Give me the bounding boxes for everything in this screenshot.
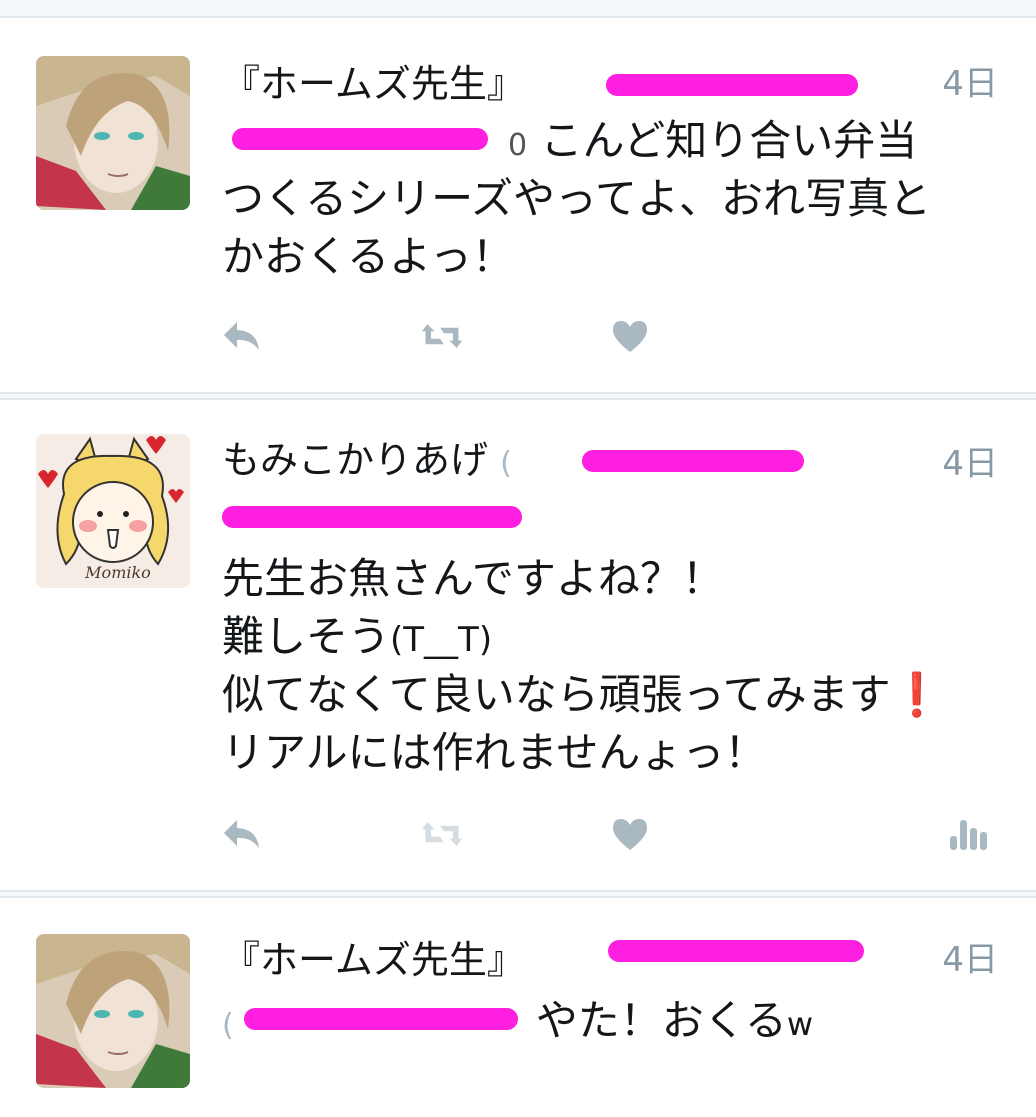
avatar[interactable] xyxy=(36,56,190,210)
like-button[interactable] xyxy=(608,814,652,854)
timestamp[interactable]: 4日 xyxy=(942,64,998,104)
avatar[interactable] xyxy=(36,934,190,1088)
reply-icon xyxy=(224,820,259,848)
exclamation-emoji: ❗ xyxy=(890,670,943,719)
retweet-button[interactable] xyxy=(420,814,464,854)
display-name[interactable]: 『ホームズ先生』 xyxy=(222,938,525,982)
timestamp[interactable]: 4日 xyxy=(942,940,998,980)
heart-icon xyxy=(613,819,647,850)
reply-button[interactable] xyxy=(220,316,264,356)
avatar[interactable]: Momiko xyxy=(36,434,190,588)
like-button[interactable] xyxy=(608,316,652,356)
tweet-text-continued: つくるシリーズやってよ、おれ写真と xyxy=(222,174,931,223)
mention-fragment: ( xyxy=(222,1008,234,1043)
tweet-text-continued: 難しそう(T__T) xyxy=(222,612,493,661)
tweet[interactable]: 『ホームズ先生』 4日 (やた！おくるw xyxy=(0,896,1036,1117)
tweet[interactable]: Momiko もみこかりあげ ( 4日 先生お魚さんですよね？！ 難しそう(T_… xyxy=(0,398,1036,892)
reply-button[interactable] xyxy=(220,814,264,854)
tweet-text-continued: リアルには作れませんょっ！ xyxy=(222,728,767,777)
mention-fragment: 0 xyxy=(508,128,528,163)
retweet-icon xyxy=(421,822,463,846)
heart-icon xyxy=(613,321,647,352)
retweet-button[interactable] xyxy=(420,316,464,356)
display-name[interactable]: 『ホームズ先生』 xyxy=(222,62,525,106)
tweet-text: 先生お魚さんですよね？！ xyxy=(222,554,724,603)
redacted-handle xyxy=(222,506,522,528)
redacted-handle xyxy=(582,450,804,472)
tweet-text-continued: 似てなくて良いなら頑張ってみます❗ xyxy=(222,670,943,719)
reply-icon xyxy=(224,322,259,350)
svg-text:Momiko: Momiko xyxy=(84,563,151,582)
analytics-button[interactable] xyxy=(946,814,990,854)
timestamp[interactable]: 4日 xyxy=(942,444,998,484)
redacted-mention xyxy=(244,1008,518,1030)
analytics-icon xyxy=(950,820,987,850)
tweet-text-continued: かおくるよっ！ xyxy=(222,232,514,281)
display-name[interactable]: もみこかりあげ ( xyxy=(222,438,512,486)
retweet-icon xyxy=(421,324,463,348)
redacted-handle xyxy=(608,940,864,962)
tweet-text: 0 こんど知り合い弁当 xyxy=(508,116,918,165)
redacted-handle xyxy=(606,74,858,96)
tweet[interactable]: 『ホームズ先生』 4日 0 こんど知り合い弁当 つくるシリーズやってよ、おれ写真… xyxy=(0,16,1036,394)
